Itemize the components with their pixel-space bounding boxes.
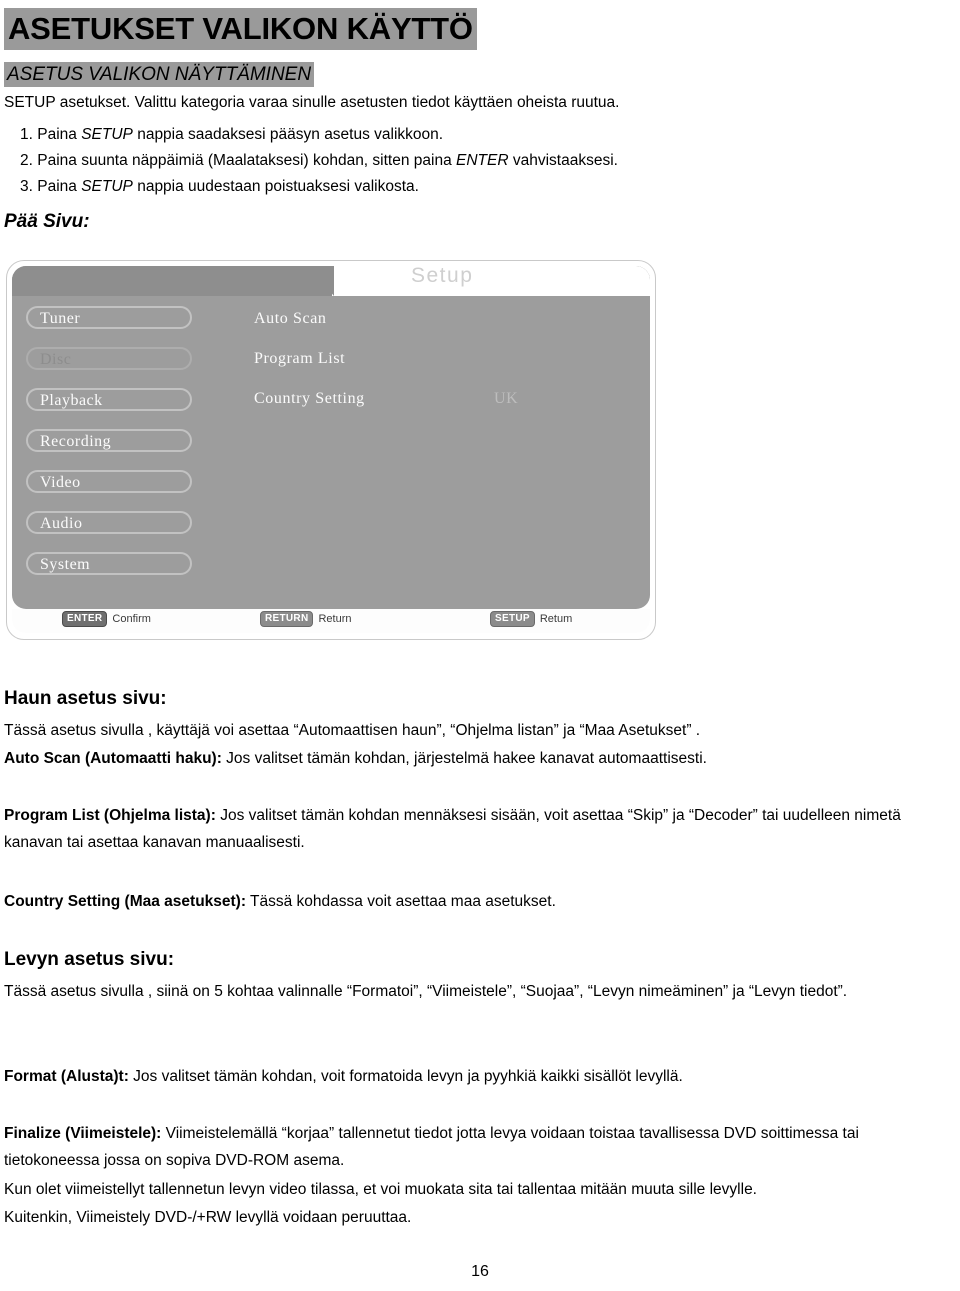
paragraph-program-list: Program List (Ohjelma lista): Jos valits… (4, 802, 954, 856)
paragraph-text: Jos valitset tämän kohdan, järjestelmä h… (221, 750, 707, 767)
section-heading-haun-asetus-sivu: Haun asetus sivu: (4, 688, 167, 709)
osd-category-audio[interactable]: Audio (26, 511, 192, 534)
steps-list: 1. Paina SETUP nappia saadaksesi pääsyn … (4, 122, 954, 200)
osd-hint-bar: ENTER Confirm RETURN Return SETUP Retum (12, 609, 650, 633)
step-number: 1. (20, 126, 33, 143)
step-number: 3. (20, 178, 33, 195)
setup-menu-screenshot: Setup Tuner Disc Playback Recording Vide… (6, 260, 656, 640)
page-subtitle: ASETUS VALIKON NÄYTTÄMINEN (4, 62, 315, 87)
osd-category-recording[interactable]: Recording (26, 429, 192, 452)
osd-hint-label: Confirm (112, 612, 151, 625)
figure-caption: Pää Sivu: (4, 211, 90, 232)
paragraph-text: Kuitenkin, Viimeistely DVD-/+RW levyllä … (4, 1209, 412, 1226)
manual-page: ASETUKSET VALIKON KÄYTTÖ ASETUS VALIKON … (0, 0, 960, 1291)
step-text-pre: Paina suunta näppäimiä (Maalataksesi) ko… (37, 152, 457, 169)
osd-hint-enter: ENTER Confirm (62, 611, 151, 627)
osd-hint-label: Return (318, 612, 352, 625)
osd-category-label: Disc (40, 351, 72, 368)
paragraph-text: Jos valitset tämän kohdan, voit formatoi… (128, 1068, 683, 1085)
section-heading-levyn-asetus-sivu: Levyn asetus sivu: (4, 949, 175, 970)
osd-setting-label: Country Setting (254, 390, 365, 407)
paragraph-text: Tässä asetus sivulla , käyttäjä voi aset… (4, 722, 701, 739)
paragraph-text: Tässä kohdassa voit asettaa maa asetukse… (246, 893, 556, 910)
return-key-icon: RETURN (260, 611, 314, 627)
paragraph-lead: Country Setting (Maa asetukset): (4, 893, 247, 910)
step-item: 1. Paina SETUP nappia saadaksesi pääsyn … (4, 122, 954, 148)
osd-header-band (12, 266, 650, 296)
paragraph-format: Format (Alusta)t: Jos valitset tämän koh… (4, 1063, 954, 1090)
step-text-pre: Paina (37, 178, 82, 195)
step-text-post: nappia uudestaan poistuaksesi valikosta. (132, 178, 419, 195)
step-item: 3. Paina SETUP nappia uudestaan poistuak… (4, 174, 954, 200)
step-emphasis: SETUP (81, 178, 133, 195)
osd-hint-return: RETURN Return (260, 611, 352, 627)
paragraph-lead: Finalize (Viimeistele): (4, 1125, 162, 1142)
paragraph-text: Kun olet viimeistellyt tallennetun levyn… (4, 1181, 757, 1198)
paragraph-levyn-intro: Tässä asetus sivulla , siinä on 5 kohtaa… (4, 978, 954, 1005)
osd-hint-setup: SETUP Retum (490, 611, 572, 627)
intro-paragraph: SETUP asetukset. Valittu kategoria varaa… (4, 94, 620, 111)
osd-category-disc[interactable]: Disc (26, 347, 192, 370)
enter-key-icon: ENTER (62, 611, 108, 627)
step-text-pre: Paina (37, 126, 82, 143)
osd-header-notch (332, 266, 650, 296)
paragraph-haun-intro: Tässä asetus sivulla , käyttäjä voi aset… (4, 717, 954, 744)
paragraph-finalize: Finalize (Viimeistele): Viimeistelemällä… (4, 1120, 954, 1174)
paragraph-finalize-note-2: Kuitenkin, Viimeistely DVD-/+RW levyllä … (4, 1204, 954, 1231)
step-text-post: nappia saadaksesi pääsyn asetus valikkoo… (132, 126, 444, 143)
osd-category-system[interactable]: System (26, 552, 192, 575)
osd-category-tuner[interactable]: Tuner (26, 306, 192, 329)
page-title: ASETUKSET VALIKON KÄYTTÖ (4, 8, 477, 50)
page-title-text: ASETUKSET VALIKON KÄYTTÖ (4, 8, 477, 50)
osd-category-playback[interactable]: Playback (26, 388, 192, 411)
paragraph-lead: Format (Alusta)t: (4, 1068, 129, 1085)
osd-category-label: Tuner (40, 310, 81, 327)
step-number: 2. (20, 152, 33, 169)
osd-category-label: Video (40, 474, 81, 491)
paragraph-text: Tässä asetus sivulla , siinä on 5 kohtaa… (4, 983, 848, 1000)
osd-title: Setup (411, 264, 474, 287)
osd-category-video[interactable]: Video (26, 470, 192, 493)
osd-setting-label: Program List (254, 350, 346, 367)
paragraph-auto-scan: Auto Scan (Automaatti haku): Jos valitse… (4, 745, 954, 772)
page-number: 16 (471, 1263, 489, 1280)
osd-category-label: Recording (40, 433, 112, 450)
osd-category-label: Audio (40, 515, 83, 532)
osd-setting-label: Auto Scan (254, 310, 327, 327)
page-subtitle-text: ASETUS VALIKON NÄYTTÄMINEN (4, 62, 315, 87)
osd-hint-label: Retum (539, 612, 573, 625)
paragraph-finalize-note-1: Kun olet viimeistellyt tallennetun levyn… (4, 1176, 954, 1203)
step-item: 2. Paina suunta näppäimiä (Maalataksesi)… (4, 148, 954, 174)
step-emphasis: ENTER (456, 152, 509, 169)
step-text-post: vahvistaaksesi. (508, 152, 618, 169)
osd-category-list: Tuner Disc Playback Recording Video Audi… (26, 306, 196, 593)
paragraph-lead: Program List (Ohjelma lista): (4, 807, 216, 824)
osd-category-label: System (40, 556, 91, 573)
setup-key-icon: SETUP (490, 611, 535, 627)
osd-category-label: Playback (40, 392, 103, 409)
osd-header-notch-slant (308, 266, 334, 296)
paragraph-lead: Auto Scan (Automaatti haku): (4, 750, 222, 767)
paragraph-country-setting: Country Setting (Maa asetukset): Tässä k… (4, 888, 954, 915)
step-emphasis: SETUP (81, 126, 133, 143)
osd-setting-value: UK (494, 390, 519, 407)
